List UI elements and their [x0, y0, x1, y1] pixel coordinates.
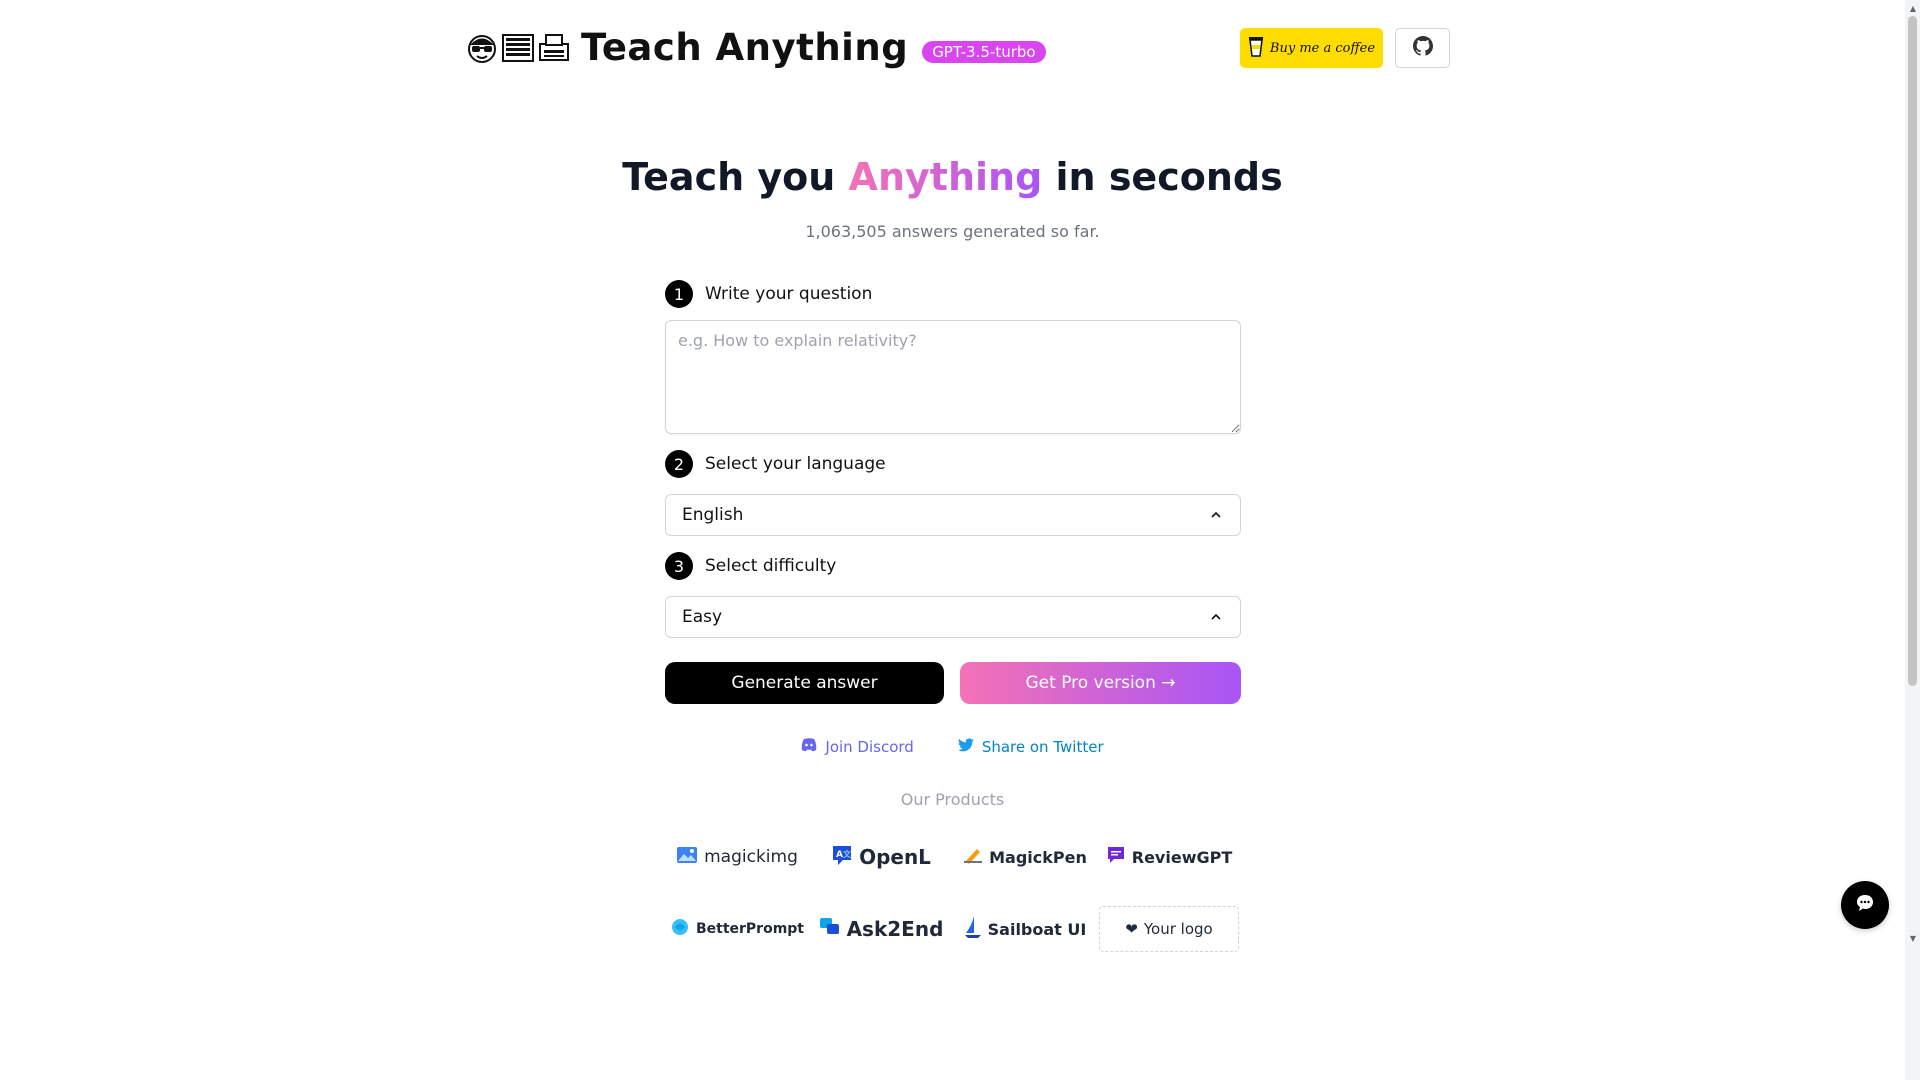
model-badge: GPT-3.5-turbo	[922, 40, 1046, 63]
product-magickpen[interactable]: MagickPen	[953, 834, 1097, 880]
step-number: 2	[665, 450, 693, 478]
product-name: MagickPen	[989, 847, 1087, 867]
step-label: Select your language	[705, 454, 886, 474]
scroll-down-icon[interactable]: ▼	[1910, 934, 1916, 943]
language-select[interactable]: English	[665, 494, 1241, 536]
difficulty-select[interactable]: Easy	[665, 596, 1241, 638]
sailboat-logo-icon	[964, 915, 982, 943]
step-label: Write your question	[705, 284, 873, 304]
difficulty-value: Easy	[682, 607, 723, 627]
product-name: BetterPrompt	[695, 921, 805, 937]
printer-icon	[537, 31, 571, 65]
share-on-twitter-label: Share on Twitter	[981, 738, 1104, 756]
product-your-logo[interactable]: ❤ Your logo	[1099, 906, 1239, 952]
svg-text:A: A	[836, 850, 843, 860]
join-discord-label: Join Discord	[825, 738, 914, 756]
hero-title: Teach you Anything in seconds	[0, 155, 1905, 199]
step-number: 3	[665, 552, 693, 580]
product-name: Sailboat UI	[987, 919, 1087, 939]
hero-title-after: in seconds	[1042, 155, 1283, 199]
brand[interactable]: Teach Anything GPT-3.5-turbo	[465, 26, 1046, 69]
brand-emoji-group	[465, 31, 571, 65]
coffee-label: Buy me a coffee	[1269, 40, 1376, 56]
magickimg-logo-icon	[676, 846, 698, 869]
product-name: OpenL	[859, 845, 931, 869]
coffee-cup-icon	[1248, 35, 1264, 61]
hero-title-accent: Anything	[848, 155, 1043, 199]
abacus-icon	[501, 31, 535, 65]
chevron-up-icon	[1208, 507, 1224, 523]
product-name: ReviewGPT	[1131, 847, 1233, 867]
product-betterprompt[interactable]: BetterPrompt	[665, 906, 809, 952]
heart-icon: ❤	[1125, 920, 1138, 938]
buy-me-a-coffee-button[interactable]: Buy me a coffee	[1240, 28, 1383, 68]
step-label: Select difficulty	[705, 556, 837, 576]
nerd-face-icon	[465, 31, 499, 65]
twitter-icon	[957, 738, 974, 756]
product-ask2end[interactable]: Ask2End	[809, 906, 953, 952]
step-3: 3 Select difficulty	[665, 552, 836, 580]
ask2end-logo-icon	[819, 917, 841, 942]
language-value: English	[682, 505, 744, 525]
chat-bubble-icon	[1855, 893, 1875, 917]
community-links: Join Discord Share on Twitter	[0, 738, 1905, 756]
header: Teach Anything GPT-3.5-turbo Buy me a co…	[465, 24, 1450, 74]
scrollbar-thumb[interactable]	[1908, 16, 1917, 686]
product-reviewgpt[interactable]: ReviewGPT	[1097, 834, 1241, 880]
github-icon	[1412, 36, 1433, 60]
get-pro-version-button[interactable]: Get Pro version →	[960, 662, 1241, 704]
join-discord-link[interactable]: Join Discord	[801, 738, 914, 756]
github-button[interactable]	[1395, 28, 1450, 68]
product-sailboat-ui[interactable]: Sailboat UI	[953, 906, 1097, 952]
product-name: Ask2End	[846, 917, 944, 941]
scroll-up-icon[interactable]: ▲	[1910, 4, 1916, 13]
magickpen-logo-icon	[963, 846, 983, 868]
step-number: 1	[665, 280, 693, 308]
reviewgpt-logo-icon	[1106, 845, 1126, 869]
share-on-twitter-link[interactable]: Share on Twitter	[957, 738, 1104, 756]
products-grid: magickimg A文 OpenL MagickPen ReviewGPT B…	[665, 834, 1241, 952]
step-1: 1 Write your question	[665, 280, 872, 308]
product-magickimg[interactable]: magickimg	[665, 834, 809, 880]
chat-button[interactable]	[1841, 881, 1889, 929]
generate-answer-button[interactable]: Generate answer	[665, 662, 944, 704]
answers-count: 1,063,505 answers generated so far.	[805, 222, 1100, 241]
step-2: 2 Select your language	[665, 450, 886, 478]
question-input[interactable]	[665, 320, 1241, 434]
betterprompt-logo-icon	[670, 917, 690, 941]
product-openl[interactable]: A文 OpenL	[809, 834, 953, 880]
chevron-up-icon	[1208, 609, 1224, 625]
hero-title-before: Teach you	[622, 155, 849, 199]
openl-logo-icon: A文	[831, 844, 853, 871]
vertical-scrollbar[interactable]: ▲ ▼	[1905, 0, 1920, 1080]
product-name: Your logo	[1143, 920, 1213, 938]
svg-text:文: 文	[843, 849, 852, 859]
product-name: magickimg	[704, 847, 798, 867]
discord-icon	[801, 738, 817, 756]
products-title: Our Products	[900, 790, 1005, 809]
app-title: Teach Anything	[581, 26, 909, 69]
